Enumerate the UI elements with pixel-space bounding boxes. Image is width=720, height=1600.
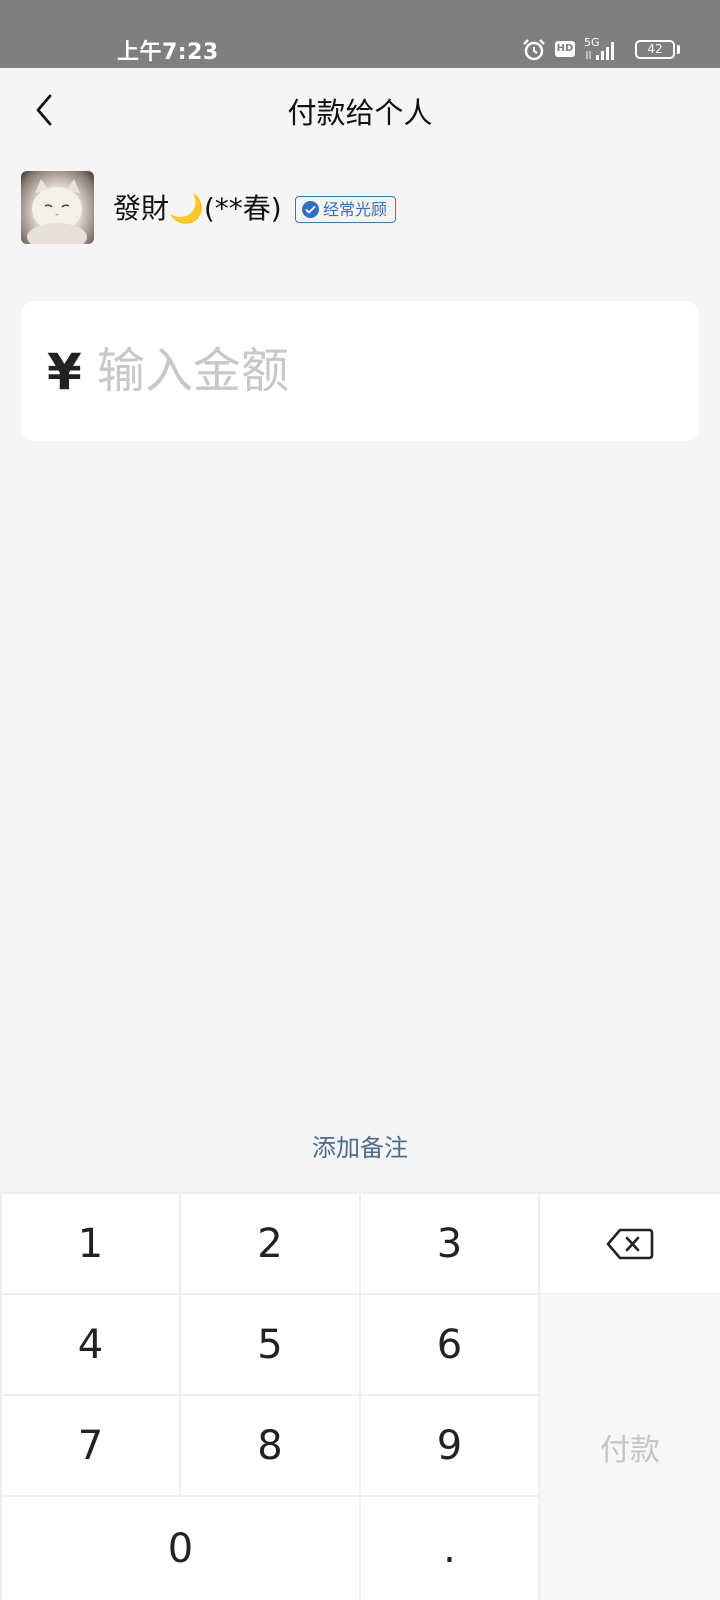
verified-check-icon [302,201,319,218]
status-icons: HD 5G 42 [522,36,682,62]
payee-row: 發財🌙(**春) 经常光顾 [21,171,701,245]
key-5[interactable]: 5 [181,1295,359,1394]
key-6[interactable]: 6 [361,1295,538,1394]
key-3[interactable]: 3 [361,1194,538,1293]
key-8[interactable]: 8 [181,1396,359,1495]
key-1[interactable]: 1 [2,1194,179,1293]
payee-name: 發財🌙(**春) [113,192,282,225]
alarm-icon [523,39,545,61]
battery-cap [677,45,680,54]
nav-bar: 付款给个人 [0,68,720,152]
amount-input[interactable] [97,331,657,411]
numeric-keypad: 1 2 3 4 5 6 7 8 9 0 . 付款 [0,1192,720,1600]
cat-avatar-image [27,179,87,244]
signal-icon: 5G [584,36,614,60]
pay-button[interactable]: 付款 [540,1294,720,1600]
currency-symbol: ¥ [47,343,82,401]
backspace-key[interactable] [540,1194,720,1293]
key-7[interactable]: 7 [2,1396,179,1495]
key-0[interactable]: 0 [2,1497,359,1600]
page-title: 付款给个人 [287,96,433,130]
battery-icon: 42 [635,40,675,59]
badge-label: 经常光顾 [323,199,388,219]
backspace-icon [606,1228,654,1259]
key-decimal[interactable]: . [361,1497,538,1600]
status-bar: 上午7:23 HD 5G 42 [0,0,720,68]
key-2[interactable]: 2 [181,1194,359,1293]
hd-icon: HD [555,41,575,57]
avatar[interactable] [21,171,94,244]
frequent-visitor-badge: 经常光顾 [295,196,397,223]
network-label: 5G [584,36,600,49]
add-remark-link[interactable]: 添加备注 [0,1128,720,1163]
status-time: 上午7:23 [117,40,219,65]
key-9[interactable]: 9 [361,1396,538,1495]
amount-card: ¥ [21,301,699,441]
key-4[interactable]: 4 [2,1295,179,1394]
